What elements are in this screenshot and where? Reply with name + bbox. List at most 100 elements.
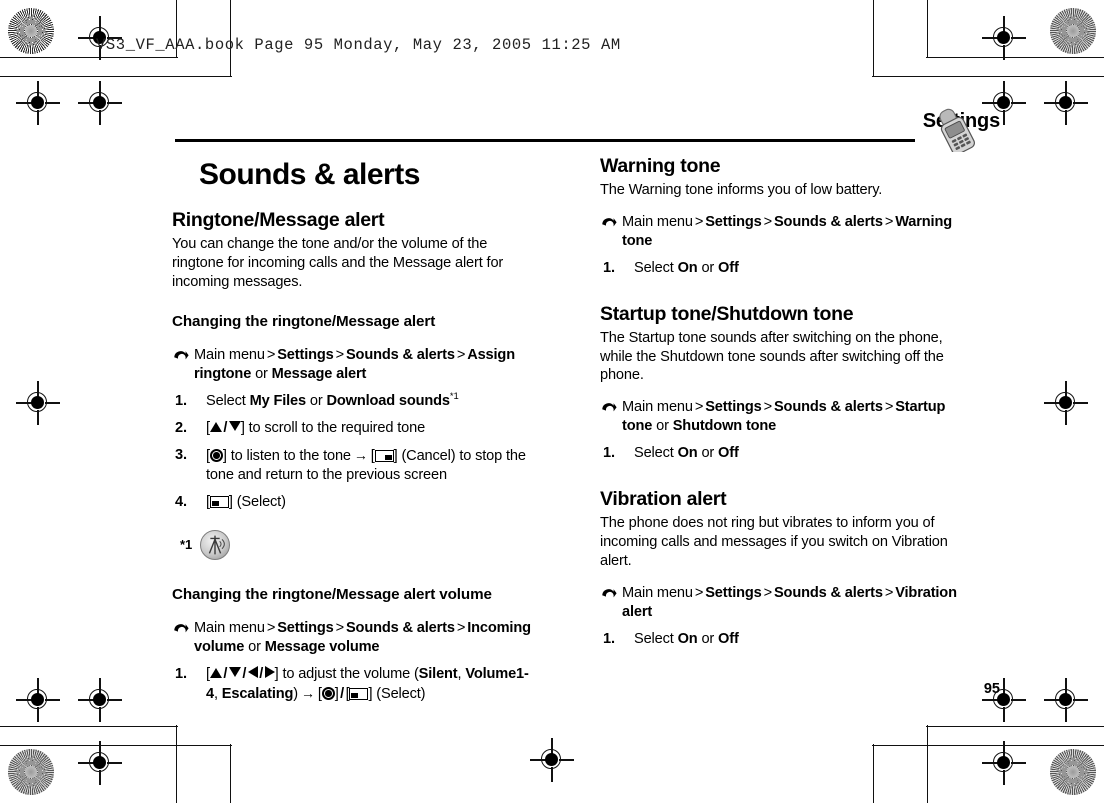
nav-left-key-icon — [247, 665, 258, 678]
crop-line — [926, 0, 928, 58]
option-off: Off — [718, 259, 739, 276]
path-segment: Sounds & alerts — [345, 619, 455, 636]
path-sep: > — [694, 585, 704, 602]
footnote-marker: *1 — [180, 537, 193, 553]
crop-line — [926, 726, 1104, 728]
registration-burst-target — [8, 8, 54, 54]
heading-vibration-alert: Vibration alert — [600, 488, 727, 511]
step-or: or — [701, 445, 715, 462]
menu-path-warning-tone: Main menu > Settings > Sounds & alerts > Warni… — [600, 213, 960, 251]
sep: , — [213, 685, 222, 702]
then-arrow: → — [353, 446, 368, 463]
path-root: Main menu — [194, 346, 265, 363]
step-option: My Files — [249, 392, 307, 409]
registration-burst-target — [8, 749, 54, 795]
nav-up-key-icon — [209, 421, 222, 432]
path-segment: Message alert — [271, 365, 367, 382]
crop-line — [0, 76, 232, 78]
path-arrow-icon — [600, 214, 617, 231]
step-number: 1. — [175, 392, 187, 409]
menu-path-vibration-alert: Main menu > Settings > Sounds & alerts > Vibra… — [600, 584, 960, 622]
volume-value: Escalating — [221, 685, 294, 702]
path-root: Main menu — [622, 399, 693, 416]
path-arrow-icon — [172, 620, 189, 637]
menu-path-incoming-volume: Main menu > Settings > Sounds & alerts > Incom… — [172, 619, 532, 657]
path-sep: > — [335, 346, 345, 363]
intro-ringtone-message-alert: You can change the tone and/or the volum… — [172, 235, 504, 290]
option-on: On — [677, 445, 698, 462]
step-item: 1. [/ / /] to adjust the volume (Silent, V… — [172, 665, 532, 704]
path-segment: Sounds & alerts — [773, 213, 883, 230]
subheading-changing-volume: Changing the ringtone/Message alert volu… — [172, 585, 492, 603]
path-segment: Settings — [705, 399, 762, 416]
path-root: Main menu — [622, 585, 693, 602]
step-number: 1. — [603, 445, 615, 462]
crop-line — [872, 0, 874, 77]
center-select-key-icon — [321, 686, 335, 700]
step-item: 1. Select On or Off — [600, 444, 960, 463]
step-option: Download sounds — [326, 392, 450, 409]
path-sep: > — [266, 619, 276, 636]
heading-ringtone-message-alert: Ringtone/Message alert — [172, 209, 385, 231]
path-sep: > — [884, 399, 894, 416]
path-or: or — [656, 418, 669, 435]
registration-crosshair — [16, 81, 60, 125]
step-number: 4. — [175, 493, 187, 510]
path-segment: Settings — [705, 585, 762, 602]
left-soft-key-icon — [349, 687, 369, 700]
path-sep: > — [763, 399, 773, 416]
path-sep: > — [456, 619, 466, 636]
mobile-phone-icon — [932, 100, 994, 155]
step-or: or — [309, 392, 323, 409]
path-segment: Settings — [705, 213, 762, 230]
step-lead: Select — [634, 631, 674, 648]
path-sep: > — [884, 213, 894, 230]
option-off: Off — [718, 445, 739, 462]
nav-right-key-icon — [264, 665, 275, 678]
key-sep: / — [223, 419, 228, 436]
registration-crosshair — [16, 678, 60, 722]
step-text-c: (Select) — [376, 685, 426, 702]
heading-warning-tone: Warning tone — [600, 155, 721, 177]
step-text: (Select) — [236, 493, 286, 510]
step-number: 1. — [175, 665, 187, 682]
left-soft-key-icon — [209, 495, 229, 508]
registration-crosshair — [982, 741, 1026, 785]
print-header-text: VS3_VF_AAA.book Page 95 Monday, May 23, … — [96, 36, 621, 54]
right-column: Warning tone The Warning tone informs yo… — [600, 155, 960, 649]
path-sep: > — [884, 585, 894, 602]
path-root: Main menu — [194, 619, 265, 636]
option-off: Off — [718, 631, 739, 648]
registration-crosshair — [1044, 81, 1088, 125]
path-sep: > — [694, 399, 704, 416]
step-item: 1. Select On or Off — [600, 630, 960, 649]
registration-crosshair — [16, 381, 60, 425]
path-segment: Sounds & alerts — [773, 585, 883, 602]
path-or: or — [248, 638, 261, 655]
registration-burst-target — [1050, 8, 1096, 54]
heading-startup-shutdown-tone: Startup tone/Shutdown tone — [600, 302, 854, 325]
menu-path-assign-ringtone: Main menu > Settings > Sounds & alerts > Assig… — [172, 346, 532, 384]
intro-warning-tone: The Warning tone informs you of low batt… — [600, 181, 883, 198]
step-item: 3. [] to listen to the tone →[] (Cancel) … — [172, 446, 532, 485]
step-item: 1. Select My Files or Download sounds*1 — [172, 392, 532, 411]
step-lead: Select — [206, 392, 246, 409]
registration-crosshair — [78, 678, 122, 722]
path-segment: Shutdown tone — [672, 418, 777, 435]
option-on: On — [677, 259, 698, 276]
intro-startup-shutdown-tone: The Startup tone sounds after switching … — [600, 329, 944, 384]
crop-line — [926, 725, 928, 803]
path-segment: Settings — [277, 346, 334, 363]
path-sep: > — [763, 585, 773, 602]
path-arrow-icon — [600, 585, 617, 602]
subheading-changing-ringtone: Changing the ringtone/Message alert — [172, 312, 436, 330]
crop-line — [872, 744, 874, 803]
step-text-a: to adjust the volume ( — [282, 665, 419, 682]
page-number: 95 — [983, 681, 1000, 697]
registration-crosshair — [530, 738, 574, 782]
path-or: or — [255, 365, 268, 382]
registration-crosshair — [78, 741, 122, 785]
key-sep: / — [242, 665, 247, 682]
network-service-icon — [200, 529, 231, 560]
registration-crosshair — [78, 81, 122, 125]
